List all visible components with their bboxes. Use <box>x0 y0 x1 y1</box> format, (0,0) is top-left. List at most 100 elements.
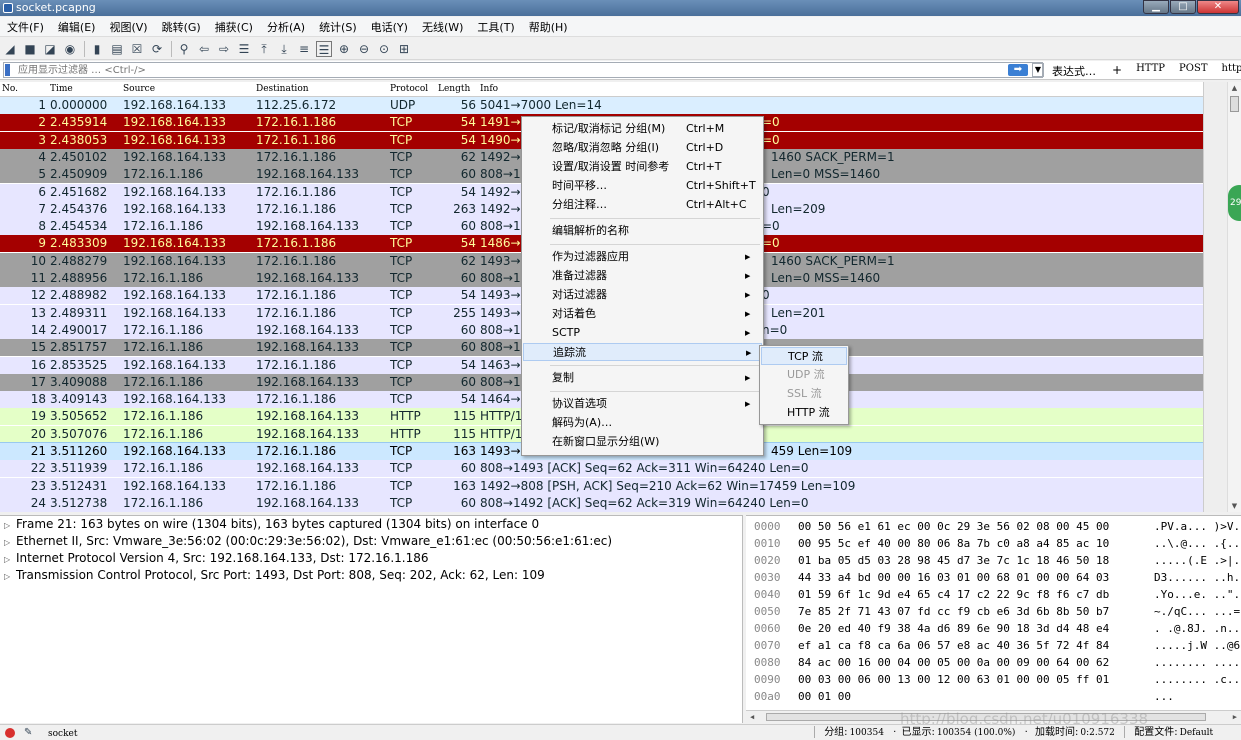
menu-10[interactable]: 帮助(H) <box>522 19 575 35</box>
last-packet-icon[interactable]: ⤓ <box>276 41 292 57</box>
bytes-row[interactable]: 0030 44 33 a4 bd 00 00 16 03 01 00 68 01 … <box>746 569 1241 586</box>
column-header-destination[interactable]: Destination <box>256 82 309 97</box>
expression-button[interactable]: 表达式… <box>1052 63 1096 79</box>
first-packet-icon[interactable]: ⤒ <box>256 41 272 57</box>
menu-8[interactable]: 无线(W) <box>415 19 470 35</box>
menu-0[interactable]: 文件(F) <box>0 19 51 35</box>
scrollbar-thumb[interactable] <box>1230 96 1239 112</box>
minimize-button[interactable]: ▁ <box>1143 0 1169 14</box>
column-header-length[interactable]: Length <box>438 82 470 97</box>
context-menu-item[interactable]: 对话着色 ▶ <box>523 305 762 323</box>
detail-tree-item[interactable]: ▷ Ethernet II, Src: Vmware_3e:56:02 (00:0… <box>0 533 742 550</box>
column-header-info[interactable]: Info <box>480 82 498 97</box>
scroll-down-icon[interactable]: ▼ <box>1228 500 1241 512</box>
stop-capture-icon[interactable]: ■ <box>22 41 38 57</box>
go-back-icon[interactable]: ⇦ <box>196 41 212 57</box>
context-menu-item[interactable]: 标记/取消标记 分组(M) Ctrl+M <box>523 120 762 138</box>
filter-bookmark-icon[interactable] <box>5 64 10 76</box>
bytes-row[interactable]: 00a0 00 01 00... <box>746 688 1241 705</box>
context-menu-item[interactable]: 追踪流 ▶ <box>523 343 762 361</box>
expert-info-icon[interactable] <box>5 728 15 738</box>
menu-9[interactable]: 工具(T) <box>470 19 521 35</box>
scroll-right-icon[interactable]: ▶ <box>1233 711 1237 723</box>
context-menu-item[interactable]: 准备过滤器 ▶ <box>523 267 762 285</box>
find-packet-icon[interactable]: ⚲ <box>176 41 192 57</box>
filter-button-post[interactable]: POST <box>1179 63 1207 77</box>
add-filter-button[interactable]: + <box>1112 63 1122 77</box>
context-menu-item[interactable]: 作为过滤器应用 ▶ <box>523 248 762 266</box>
capture-options-icon[interactable]: ◉ <box>62 41 78 57</box>
context-menu-item[interactable]: 对话过滤器 ▶ <box>523 286 762 304</box>
display-filter-input[interactable] <box>3 62 1043 78</box>
colorize-icon[interactable]: ☰ <box>316 40 332 57</box>
context-menu-item[interactable]: 分组注释… Ctrl+Alt+C <box>523 196 762 214</box>
expand-triangle-icon[interactable]: ▷ <box>4 568 16 585</box>
scroll-up-icon[interactable]: ▲ <box>1228 82 1241 94</box>
save-file-icon[interactable]: ▤ <box>109 41 125 57</box>
profile-label[interactable]: 配置文件: <box>1134 727 1177 738</box>
menu-3[interactable]: 跳转(G) <box>155 19 208 35</box>
table-row[interactable]: 23 3.512431 192.168.164.133 172.16.1.186 TCP… <box>0 477 1203 495</box>
bytes-row[interactable]: 0060 0e 20 ed 40 f9 38 4a d6 89 6e 90 18 … <box>746 620 1241 637</box>
submenu-item[interactable]: TCP 流 <box>761 347 847 365</box>
detail-tree-item[interactable]: ▷ Internet Protocol Version 4, Src: 192.1… <box>0 550 742 567</box>
submenu-item[interactable]: HTTP 流 <box>761 404 847 422</box>
start-capture-icon[interactable]: ◢ <box>2 41 18 57</box>
maximize-button[interactable]: □ <box>1170 0 1196 14</box>
column-header-protocol[interactable]: Protocol <box>390 82 428 97</box>
context-menu-item[interactable]: 时间平移… Ctrl+Shift+T <box>523 177 762 195</box>
context-menu-item[interactable]: 编辑解析的名称 <box>523 222 762 240</box>
column-header-source[interactable]: Source <box>123 82 155 97</box>
column-header-no[interactable]: No. <box>2 82 18 97</box>
expand-triangle-icon[interactable]: ▷ <box>4 517 16 534</box>
resize-columns-icon[interactable]: ⊞ <box>396 41 412 57</box>
bytes-row[interactable]: 0050 7e 85 2f 71 43 07 fd cc f9 cb e6 3d … <box>746 603 1241 620</box>
packet-minimap[interactable] <box>1203 82 1227 512</box>
table-row[interactable]: 24 3.512738 172.16.1.186 192.168.164.133 TCP… <box>0 494 1203 512</box>
context-menu-item[interactable]: 在新窗口显示分组(W) <box>523 433 762 451</box>
detail-tree-item[interactable]: ▷ Transmission Control Protocol, Src Port… <box>0 567 742 584</box>
zoom-out-icon[interactable]: ⊖ <box>356 41 372 57</box>
filter-history-chevron-down-icon[interactable]: ▼ <box>1032 63 1044 77</box>
restart-capture-icon[interactable]: ◪ <box>42 41 58 57</box>
menu-5[interactable]: 分析(A) <box>260 19 312 35</box>
context-menu-item[interactable]: SCTP ▶ <box>523 324 762 342</box>
bytes-row[interactable]: 0040 01 59 6f 1c 9d e4 65 c4 17 c2 22 9c … <box>746 586 1241 603</box>
bytes-row[interactable]: 0070 ef a1 ca f8 ca 6a 06 57 e8 ac 40 36 … <box>746 637 1241 654</box>
go-to-packet-icon[interactable]: ☰ <box>236 41 252 57</box>
table-row[interactable]: 22 3.511939 172.16.1.186 192.168.164.133 TCP… <box>0 460 1203 478</box>
menu-1[interactable]: 编辑(E) <box>51 19 103 35</box>
detail-tree-item[interactable]: ▷ Frame 21: 163 bytes on wire (1304 bits)… <box>0 516 742 533</box>
bytes-row[interactable]: 0080 84 ac 00 16 00 04 00 05 00 0a 00 09 … <box>746 654 1241 671</box>
column-header-time[interactable]: Time <box>50 82 73 97</box>
open-file-icon[interactable]: ▮ <box>89 41 105 57</box>
filter-button-http[interactable]: HTTP <box>1136 63 1165 77</box>
menu-6[interactable]: 统计(S) <box>312 19 364 35</box>
context-menu-item[interactable]: 复制 ▶ <box>523 369 762 387</box>
close-button[interactable]: ✕ <box>1197 0 1239 14</box>
go-forward-icon[interactable]: ⇨ <box>216 41 232 57</box>
context-menu-item[interactable]: 忽略/取消忽略 分组(I) Ctrl+D <box>523 139 762 157</box>
notification-badge[interactable]: 29 <box>1228 185 1241 221</box>
zoom-reset-icon[interactable]: ⊙ <box>376 41 392 57</box>
auto-scroll-icon[interactable]: ≡ <box>296 41 312 57</box>
reload-file-icon[interactable]: ⟳ <box>149 41 165 57</box>
profile-value[interactable]: Default <box>1180 728 1214 738</box>
context-menu-item[interactable]: 解码为(A)… <box>523 414 762 432</box>
close-file-icon[interactable]: ☒ <box>129 41 145 57</box>
menu-7[interactable]: 电话(Y) <box>364 19 415 35</box>
menu-4[interactable]: 捕获(C) <box>208 19 260 35</box>
bytes-row[interactable]: 0010 00 95 5c ef 40 00 80 06 8a 7b c0 a8 … <box>746 535 1241 552</box>
expand-triangle-icon[interactable]: ▷ <box>4 551 16 568</box>
filter-button-http-lower[interactable]: http <box>1222 63 1241 77</box>
zoom-in-icon[interactable]: ⊕ <box>336 41 352 57</box>
bytes-row[interactable]: 0020 01 ba 05 d5 03 28 98 45 d7 3e 7c 1c … <box>746 552 1241 569</box>
menu-2[interactable]: 视图(V) <box>102 19 154 35</box>
packet-list-scrollbar[interactable]: ▲ ▼ <box>1227 82 1241 512</box>
scroll-left-icon[interactable]: ◀ <box>750 711 754 723</box>
apply-filter-arrow-icon[interactable]: ➡ <box>1008 64 1028 76</box>
context-menu-item[interactable]: 协议首选项 ▶ <box>523 395 762 413</box>
expand-triangle-icon[interactable]: ▷ <box>4 534 16 551</box>
bytes-row[interactable]: 0090 00 03 00 06 00 13 00 12 00 63 01 00 … <box>746 671 1241 688</box>
capture-comment-icon[interactable]: ✎ <box>24 725 32 740</box>
